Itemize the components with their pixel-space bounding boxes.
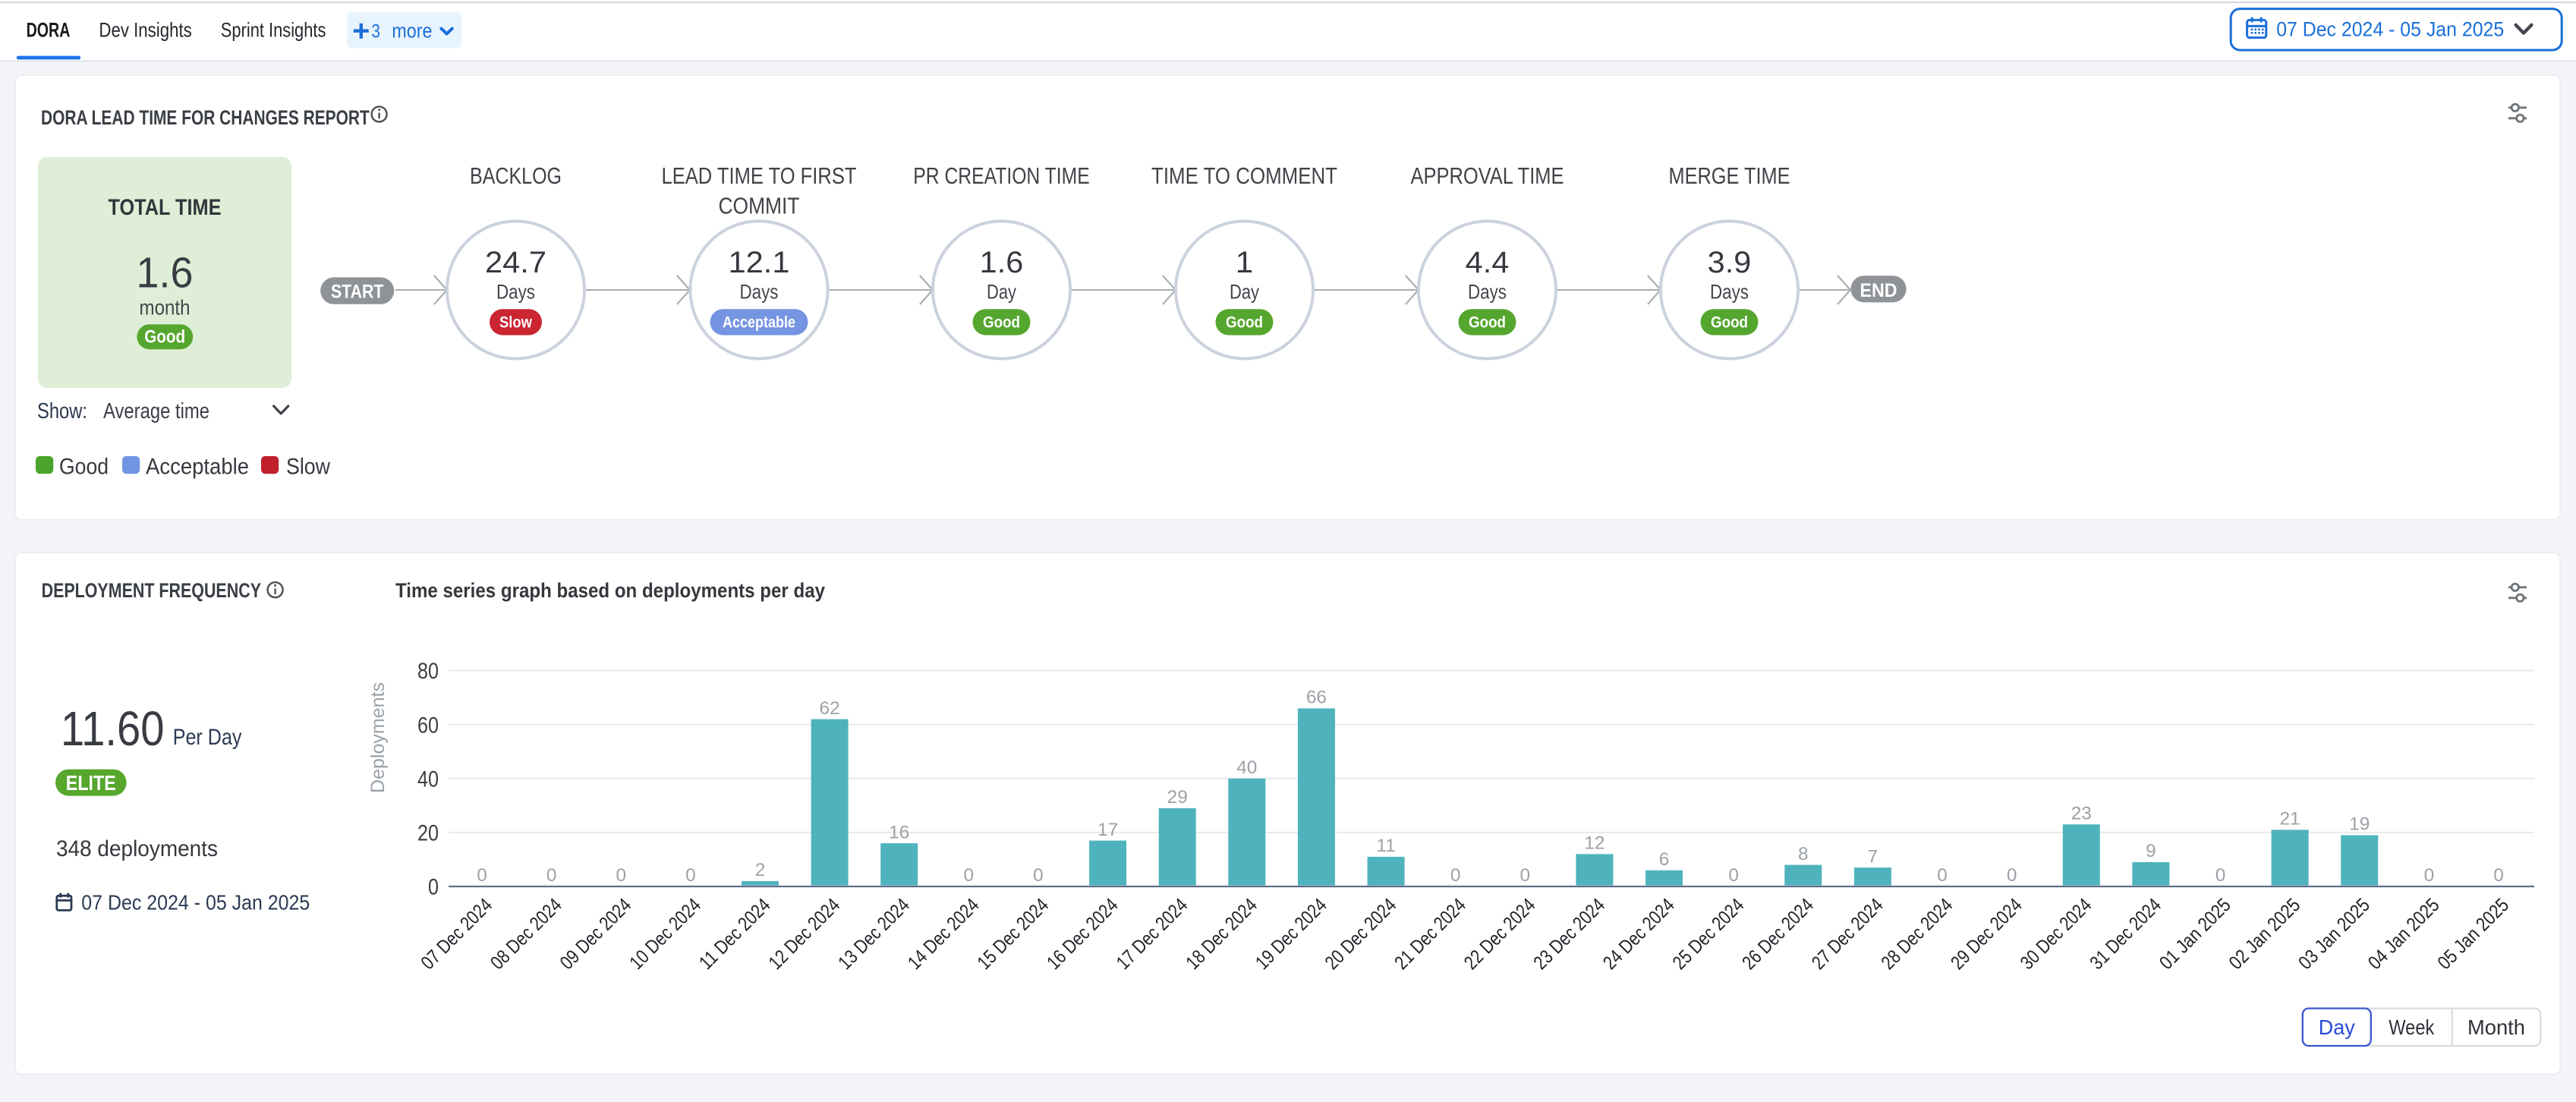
- svg-text:0: 0: [1450, 865, 1461, 886]
- svg-text:Good: Good: [983, 313, 1020, 332]
- svg-text:Days: Days: [496, 280, 535, 303]
- svg-text:LEAD TIME TO FIRST: LEAD TIME TO FIRST: [662, 163, 857, 189]
- svg-text:Days: Days: [740, 280, 779, 303]
- svg-text:0: 0: [1033, 865, 1044, 886]
- svg-text:0: 0: [1728, 865, 1739, 886]
- svg-text:Deployments: Deployments: [367, 682, 389, 793]
- svg-text:17: 17: [1097, 820, 1118, 840]
- svg-text:3: 3: [371, 21, 380, 43]
- svg-text:0: 0: [477, 865, 487, 886]
- svg-text:month: month: [140, 296, 191, 320]
- svg-text:29: 29: [1167, 787, 1188, 808]
- svg-text:Good: Good: [59, 455, 109, 480]
- svg-text:Month: Month: [2467, 1015, 2525, 1039]
- svg-text:62: 62: [820, 698, 840, 719]
- svg-text:Day: Day: [987, 280, 1017, 303]
- svg-text:Time series graph based on dep: Time series graph based on deployments p…: [395, 578, 825, 602]
- svg-text:12: 12: [1584, 833, 1604, 854]
- svg-text:Week: Week: [2389, 1015, 2434, 1039]
- svg-text:Day: Day: [2319, 1015, 2355, 1039]
- svg-text:80: 80: [417, 659, 439, 684]
- svg-text:BACKLOG: BACKLOG: [470, 163, 562, 189]
- svg-text:Acceptable: Acceptable: [146, 455, 249, 480]
- svg-text:Good: Good: [1469, 313, 1506, 332]
- svg-text:40: 40: [1236, 757, 1257, 778]
- svg-text:0: 0: [2424, 865, 2435, 886]
- svg-text:0: 0: [428, 875, 439, 900]
- svg-text:DORA LEAD TIME FOR CHANGES REP: DORA LEAD TIME FOR CHANGES REPORT: [41, 105, 370, 129]
- svg-text:Slow: Slow: [499, 313, 532, 332]
- svg-text:0: 0: [616, 865, 626, 886]
- svg-text:COMMIT: COMMIT: [719, 193, 800, 219]
- svg-text:11: 11: [1376, 836, 1395, 856]
- svg-text:START: START: [331, 281, 384, 302]
- svg-text:Good: Good: [1711, 313, 1748, 332]
- svg-text:23: 23: [2071, 803, 2092, 823]
- svg-text:3.9: 3.9: [1708, 246, 1752, 279]
- svg-text:Average time: Average time: [103, 399, 209, 423]
- svg-text:66: 66: [1306, 688, 1327, 708]
- svg-text:Sprint Insights: Sprint Insights: [221, 18, 326, 42]
- svg-text:19: 19: [2349, 814, 2370, 835]
- svg-text:Good: Good: [144, 328, 185, 348]
- svg-text:0: 0: [1520, 865, 1531, 886]
- svg-text:APPROVAL TIME: APPROVAL TIME: [1411, 163, 1564, 189]
- svg-text:DEPLOYMENT FREQUENCY: DEPLOYMENT FREQUENCY: [42, 578, 261, 602]
- svg-text:Show:: Show:: [37, 399, 87, 423]
- svg-text:PR CREATION TIME: PR CREATION TIME: [913, 163, 1089, 189]
- svg-text:16: 16: [889, 822, 909, 842]
- svg-text:24.7: 24.7: [485, 246, 546, 279]
- svg-text:60: 60: [417, 713, 439, 738]
- svg-text:0: 0: [964, 865, 975, 886]
- svg-text:Days: Days: [1468, 280, 1507, 303]
- svg-text:2: 2: [755, 860, 766, 880]
- svg-text:4.4: 4.4: [1466, 246, 1510, 279]
- svg-text:40: 40: [417, 767, 439, 792]
- svg-text:TOTAL TIME: TOTAL TIME: [109, 196, 222, 220]
- svg-text:0: 0: [2007, 865, 2017, 886]
- svg-text:1: 1: [1236, 246, 1253, 279]
- svg-text:END: END: [1860, 281, 1897, 301]
- svg-text:TIME TO COMMENT: TIME TO COMMENT: [1151, 163, 1337, 189]
- svg-text:0: 0: [685, 865, 696, 886]
- svg-text:ELITE: ELITE: [66, 771, 116, 795]
- svg-text:9: 9: [2146, 841, 2156, 861]
- svg-text:1.6: 1.6: [137, 249, 194, 298]
- svg-text:Dev Insights: Dev Insights: [99, 18, 191, 42]
- svg-text:1.6: 1.6: [980, 246, 1024, 279]
- svg-text:DORA: DORA: [27, 18, 71, 42]
- svg-text:MERGE TIME: MERGE TIME: [1669, 163, 1790, 189]
- svg-text:0: 0: [546, 865, 557, 886]
- svg-text:20: 20: [417, 821, 439, 846]
- svg-text:Day: Day: [1230, 280, 1260, 303]
- svg-text:11.60: 11.60: [61, 702, 165, 756]
- svg-text:Per Day: Per Day: [173, 725, 242, 750]
- svg-text:0: 0: [2215, 865, 2226, 886]
- svg-text:07 Dec 2024 - 05 Jan 2025: 07 Dec 2024 - 05 Jan 2025: [81, 890, 310, 914]
- svg-text:6: 6: [1659, 849, 1670, 870]
- svg-text:more: more: [392, 20, 432, 43]
- svg-text:12.1: 12.1: [729, 246, 790, 279]
- svg-text:0: 0: [1937, 865, 1948, 886]
- svg-text:7: 7: [1868, 846, 1878, 867]
- svg-text:Days: Days: [1710, 280, 1749, 303]
- svg-text:07 Dec 2024 - 05 Jan 2025: 07 Dec 2024 - 05 Jan 2025: [2276, 18, 2504, 41]
- svg-text:8: 8: [1798, 844, 1809, 864]
- svg-text:0: 0: [2493, 865, 2504, 886]
- svg-text:Acceptable: Acceptable: [723, 313, 795, 332]
- svg-text:Good: Good: [1226, 313, 1263, 332]
- svg-text:Slow: Slow: [286, 455, 330, 480]
- svg-text:348 deployments: 348 deployments: [56, 836, 218, 861]
- svg-text:21: 21: [2280, 809, 2300, 830]
